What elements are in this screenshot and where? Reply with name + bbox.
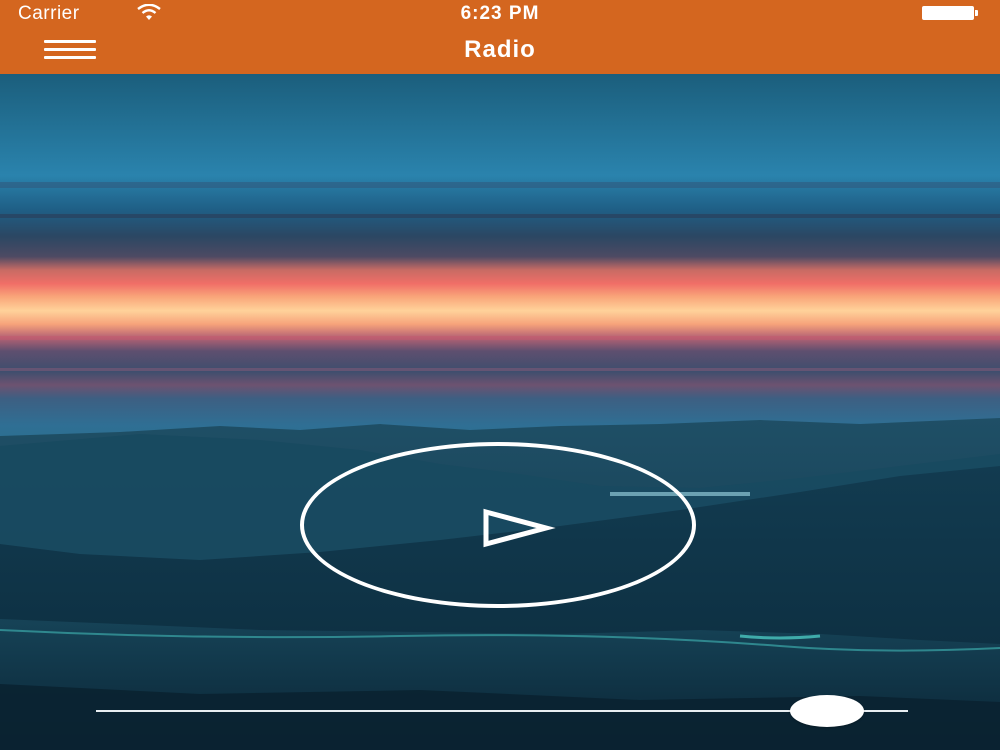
- app-header: Carrier 6:23 PM Radio: [0, 0, 1000, 74]
- slider-thumb[interactable]: [790, 695, 864, 727]
- play-icon: [483, 508, 556, 548]
- status-time: 6:23 PM: [460, 3, 540, 24]
- radio-screen: Carrier 6:23 PM Radio: [0, 0, 1000, 750]
- battery-full-icon: [922, 6, 980, 20]
- status-bar: Carrier 6:23 PM: [0, 0, 1000, 28]
- background-landscape-image: [0, 74, 1000, 750]
- play-button[interactable]: [300, 442, 696, 608]
- volume-slider[interactable]: [96, 690, 908, 734]
- page-title: Radio: [464, 36, 536, 63]
- slider-track: [96, 710, 908, 712]
